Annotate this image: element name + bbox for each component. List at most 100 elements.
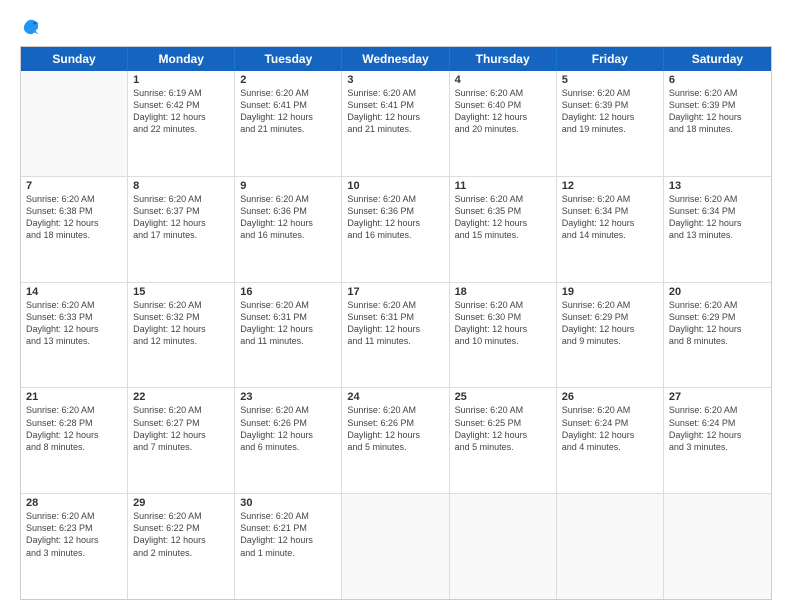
day-cell-2: 2Sunrise: 6:20 AM Sunset: 6:41 PM Daylig… [235,71,342,176]
day-info: Sunrise: 6:20 AM Sunset: 6:38 PM Dayligh… [26,193,122,242]
day-number: 14 [26,286,122,298]
day-info: Sunrise: 6:20 AM Sunset: 6:29 PM Dayligh… [562,299,658,348]
day-info: Sunrise: 6:20 AM Sunset: 6:29 PM Dayligh… [669,299,766,348]
day-number: 20 [669,286,766,298]
day-number: 22 [133,391,229,403]
day-cell-29: 29Sunrise: 6:20 AM Sunset: 6:22 PM Dayli… [128,494,235,599]
day-number: 24 [347,391,443,403]
day-number: 30 [240,497,336,509]
day-number: 19 [562,286,658,298]
calendar: SundayMondayTuesdayWednesdayThursdayFrid… [20,46,772,600]
day-cell-30: 30Sunrise: 6:20 AM Sunset: 6:21 PM Dayli… [235,494,342,599]
day-info: Sunrise: 6:20 AM Sunset: 6:37 PM Dayligh… [133,193,229,242]
day-info: Sunrise: 6:20 AM Sunset: 6:34 PM Dayligh… [562,193,658,242]
day-cell-7: 7Sunrise: 6:20 AM Sunset: 6:38 PM Daylig… [21,177,128,282]
header-wednesday: Wednesday [342,47,449,71]
day-number: 7 [26,180,122,192]
day-number: 8 [133,180,229,192]
day-cell-18: 18Sunrise: 6:20 AM Sunset: 6:30 PM Dayli… [450,283,557,388]
calendar-row-5: 28Sunrise: 6:20 AM Sunset: 6:23 PM Dayli… [21,494,771,599]
day-info: Sunrise: 6:20 AM Sunset: 6:23 PM Dayligh… [26,510,122,559]
day-cell-27: 27Sunrise: 6:20 AM Sunset: 6:24 PM Dayli… [664,388,771,493]
empty-cell-4-4 [450,494,557,599]
day-cell-20: 20Sunrise: 6:20 AM Sunset: 6:29 PM Dayli… [664,283,771,388]
day-cell-16: 16Sunrise: 6:20 AM Sunset: 6:31 PM Dayli… [235,283,342,388]
day-number: 29 [133,497,229,509]
day-cell-21: 21Sunrise: 6:20 AM Sunset: 6:28 PM Dayli… [21,388,128,493]
day-number: 5 [562,74,658,86]
day-info: Sunrise: 6:20 AM Sunset: 6:39 PM Dayligh… [669,87,766,136]
day-cell-15: 15Sunrise: 6:20 AM Sunset: 6:32 PM Dayli… [128,283,235,388]
day-info: Sunrise: 6:20 AM Sunset: 6:26 PM Dayligh… [347,404,443,453]
day-cell-24: 24Sunrise: 6:20 AM Sunset: 6:26 PM Dayli… [342,388,449,493]
day-number: 13 [669,180,766,192]
day-info: Sunrise: 6:20 AM Sunset: 6:26 PM Dayligh… [240,404,336,453]
day-info: Sunrise: 6:20 AM Sunset: 6:35 PM Dayligh… [455,193,551,242]
day-number: 9 [240,180,336,192]
day-number: 15 [133,286,229,298]
day-info: Sunrise: 6:20 AM Sunset: 6:36 PM Dayligh… [347,193,443,242]
day-info: Sunrise: 6:20 AM Sunset: 6:25 PM Dayligh… [455,404,551,453]
day-number: 18 [455,286,551,298]
day-cell-10: 10Sunrise: 6:20 AM Sunset: 6:36 PM Dayli… [342,177,449,282]
day-cell-19: 19Sunrise: 6:20 AM Sunset: 6:29 PM Dayli… [557,283,664,388]
logo [20,18,40,36]
header-sunday: Sunday [21,47,128,71]
day-number: 4 [455,74,551,86]
day-number: 3 [347,74,443,86]
empty-cell-4-3 [342,494,449,599]
day-cell-4: 4Sunrise: 6:20 AM Sunset: 6:40 PM Daylig… [450,71,557,176]
day-cell-26: 26Sunrise: 6:20 AM Sunset: 6:24 PM Dayli… [557,388,664,493]
day-cell-5: 5Sunrise: 6:20 AM Sunset: 6:39 PM Daylig… [557,71,664,176]
header-monday: Monday [128,47,235,71]
header-tuesday: Tuesday [235,47,342,71]
day-cell-8: 8Sunrise: 6:20 AM Sunset: 6:37 PM Daylig… [128,177,235,282]
calendar-row-3: 14Sunrise: 6:20 AM Sunset: 6:33 PM Dayli… [21,283,771,389]
day-info: Sunrise: 6:20 AM Sunset: 6:39 PM Dayligh… [562,87,658,136]
day-number: 23 [240,391,336,403]
day-cell-28: 28Sunrise: 6:20 AM Sunset: 6:23 PM Dayli… [21,494,128,599]
day-number: 1 [133,74,229,86]
day-info: Sunrise: 6:20 AM Sunset: 6:34 PM Dayligh… [669,193,766,242]
day-info: Sunrise: 6:20 AM Sunset: 6:40 PM Dayligh… [455,87,551,136]
day-info: Sunrise: 6:20 AM Sunset: 6:28 PM Dayligh… [26,404,122,453]
day-cell-22: 22Sunrise: 6:20 AM Sunset: 6:27 PM Dayli… [128,388,235,493]
calendar-body: 1Sunrise: 6:19 AM Sunset: 6:42 PM Daylig… [21,71,771,599]
day-number: 12 [562,180,658,192]
day-number: 6 [669,74,766,86]
calendar-row-2: 7Sunrise: 6:20 AM Sunset: 6:38 PM Daylig… [21,177,771,283]
empty-cell-4-6 [664,494,771,599]
day-info: Sunrise: 6:20 AM Sunset: 6:31 PM Dayligh… [347,299,443,348]
day-cell-17: 17Sunrise: 6:20 AM Sunset: 6:31 PM Dayli… [342,283,449,388]
logo-bird-icon [22,18,40,36]
day-cell-3: 3Sunrise: 6:20 AM Sunset: 6:41 PM Daylig… [342,71,449,176]
day-cell-23: 23Sunrise: 6:20 AM Sunset: 6:26 PM Dayli… [235,388,342,493]
day-info: Sunrise: 6:19 AM Sunset: 6:42 PM Dayligh… [133,87,229,136]
day-info: Sunrise: 6:20 AM Sunset: 6:36 PM Dayligh… [240,193,336,242]
day-cell-6: 6Sunrise: 6:20 AM Sunset: 6:39 PM Daylig… [664,71,771,176]
calendar-row-4: 21Sunrise: 6:20 AM Sunset: 6:28 PM Dayli… [21,388,771,494]
day-info: Sunrise: 6:20 AM Sunset: 6:32 PM Dayligh… [133,299,229,348]
calendar-header: SundayMondayTuesdayWednesdayThursdayFrid… [21,47,771,71]
day-number: 16 [240,286,336,298]
day-info: Sunrise: 6:20 AM Sunset: 6:33 PM Dayligh… [26,299,122,348]
empty-cell-0-0 [21,71,128,176]
day-info: Sunrise: 6:20 AM Sunset: 6:24 PM Dayligh… [562,404,658,453]
day-cell-9: 9Sunrise: 6:20 AM Sunset: 6:36 PM Daylig… [235,177,342,282]
calendar-row-1: 1Sunrise: 6:19 AM Sunset: 6:42 PM Daylig… [21,71,771,177]
day-info: Sunrise: 6:20 AM Sunset: 6:21 PM Dayligh… [240,510,336,559]
header-saturday: Saturday [664,47,771,71]
day-cell-11: 11Sunrise: 6:20 AM Sunset: 6:35 PM Dayli… [450,177,557,282]
day-info: Sunrise: 6:20 AM Sunset: 6:31 PM Dayligh… [240,299,336,348]
day-info: Sunrise: 6:20 AM Sunset: 6:41 PM Dayligh… [240,87,336,136]
day-number: 17 [347,286,443,298]
day-cell-12: 12Sunrise: 6:20 AM Sunset: 6:34 PM Dayli… [557,177,664,282]
day-info: Sunrise: 6:20 AM Sunset: 6:30 PM Dayligh… [455,299,551,348]
day-cell-14: 14Sunrise: 6:20 AM Sunset: 6:33 PM Dayli… [21,283,128,388]
header-friday: Friday [557,47,664,71]
day-info: Sunrise: 6:20 AM Sunset: 6:27 PM Dayligh… [133,404,229,453]
day-info: Sunrise: 6:20 AM Sunset: 6:41 PM Dayligh… [347,87,443,136]
day-number: 2 [240,74,336,86]
day-number: 28 [26,497,122,509]
empty-cell-4-5 [557,494,664,599]
